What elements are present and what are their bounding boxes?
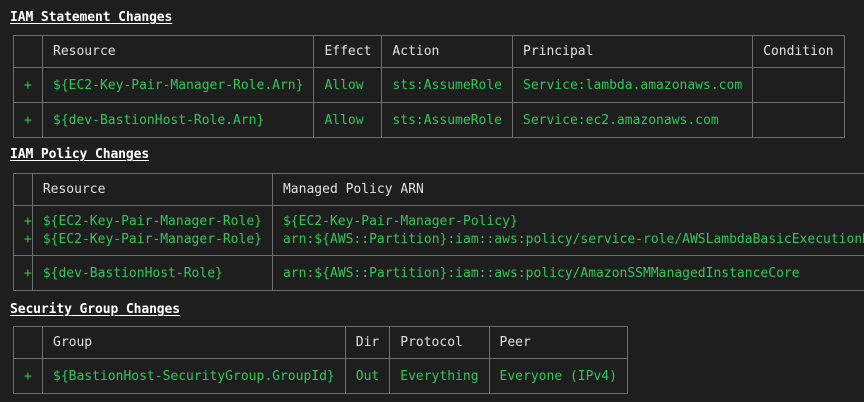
header-principal: Principal [511, 35, 754, 68]
change-marker: + [13, 255, 33, 291]
change-marker: + [13, 102, 43, 138]
table-row: + ${dev-BastionHost-Role.Arn} Allow sts:… [13, 102, 845, 138]
header-effect: Effect [313, 35, 383, 68]
arn-cell: arn:${AWS::Partition}:iam::aws:policy/Am… [271, 255, 864, 291]
table-row: + ${EC2-Key-Pair-Manager-Role.Arn} Allow… [13, 67, 845, 103]
principal-cell: Service:ec2.amazonaws.com [511, 102, 754, 138]
iam-statement-changes-title: IAM Statement Changes [10, 10, 173, 25]
resource-cell: ${EC2-Key-Pair-Manager-Role} ${EC2-Key-P… [31, 205, 273, 256]
table-row: + + ${EC2-Key-Pair-Manager-Role} ${EC2-K… [13, 205, 864, 256]
iam-policy-table: Resource Managed Policy ARN + + ${EC2-Ke… [13, 173, 864, 291]
header-peer: Peer [488, 326, 628, 359]
header-action: Action [381, 35, 513, 68]
condition-cell [752, 67, 845, 103]
table-header-row: Group Dir Protocol Peer [13, 326, 628, 359]
table-header-row: Resource Managed Policy ARN [13, 173, 864, 206]
action-cell: sts:AssumeRole [381, 67, 513, 103]
header-condition: Condition [752, 35, 845, 68]
action-cell: sts:AssumeRole [381, 102, 513, 138]
resource-line: ${EC2-Key-Pair-Manager-Role} [42, 231, 262, 247]
condition-cell [752, 102, 845, 138]
arn-line: arn:${AWS::Partition}:iam::aws:policy/se… [282, 231, 864, 247]
peer-cell: Everyone (IPv4) [488, 358, 628, 394]
security-group-changes-title: Security Group Changes [10, 302, 180, 317]
arn-line: ${EC2-Key-Pair-Manager-Policy} [282, 213, 518, 229]
header-resource: Resource [31, 173, 273, 206]
resource-cell: ${dev-BastionHost-Role.Arn} [41, 102, 315, 138]
header-change [13, 35, 43, 68]
header-dir: Dir [344, 326, 391, 359]
change-marker: + [13, 67, 43, 103]
resource-cell: ${EC2-Key-Pair-Manager-Role.Arn} [41, 67, 315, 103]
iam-policy-changes-title: IAM Policy Changes [10, 147, 150, 162]
resource-cell: ${dev-BastionHost-Role} [31, 255, 273, 291]
effect-cell: Allow [313, 102, 383, 138]
resource-line: ${EC2-Key-Pair-Manager-Role} [42, 213, 262, 229]
change-marker: + [13, 358, 43, 394]
header-change [13, 326, 43, 359]
principal-cell: Service:lambda.amazonaws.com [511, 67, 754, 103]
header-resource: Resource [41, 35, 315, 68]
table-header-row: Resource Effect Action Principal Conditi… [13, 35, 845, 68]
arn-cell: ${EC2-Key-Pair-Manager-Policy} arn:${AWS… [271, 205, 864, 256]
header-group: Group [42, 326, 346, 359]
effect-cell: Allow [313, 67, 383, 103]
change-marker-line: + [24, 231, 32, 247]
table-row: + ${dev-BastionHost-Role} arn:${AWS::Par… [13, 255, 864, 291]
header-change [13, 173, 33, 206]
protocol-cell: Everything [389, 358, 490, 394]
change-marker: + + [13, 205, 33, 256]
dir-cell: Out [344, 358, 391, 394]
header-protocol: Protocol [389, 326, 490, 359]
header-managed-policy-arn: Managed Policy ARN [271, 173, 864, 206]
table-row: + ${BastionHost-SecurityGroup.GroupId} O… [13, 358, 628, 394]
security-group-table: Group Dir Protocol Peer + ${BastionHost-… [13, 326, 628, 394]
change-marker-line: + [24, 213, 32, 229]
iam-statement-table: Resource Effect Action Principal Conditi… [13, 35, 845, 138]
group-cell: ${BastionHost-SecurityGroup.GroupId} [42, 358, 346, 394]
